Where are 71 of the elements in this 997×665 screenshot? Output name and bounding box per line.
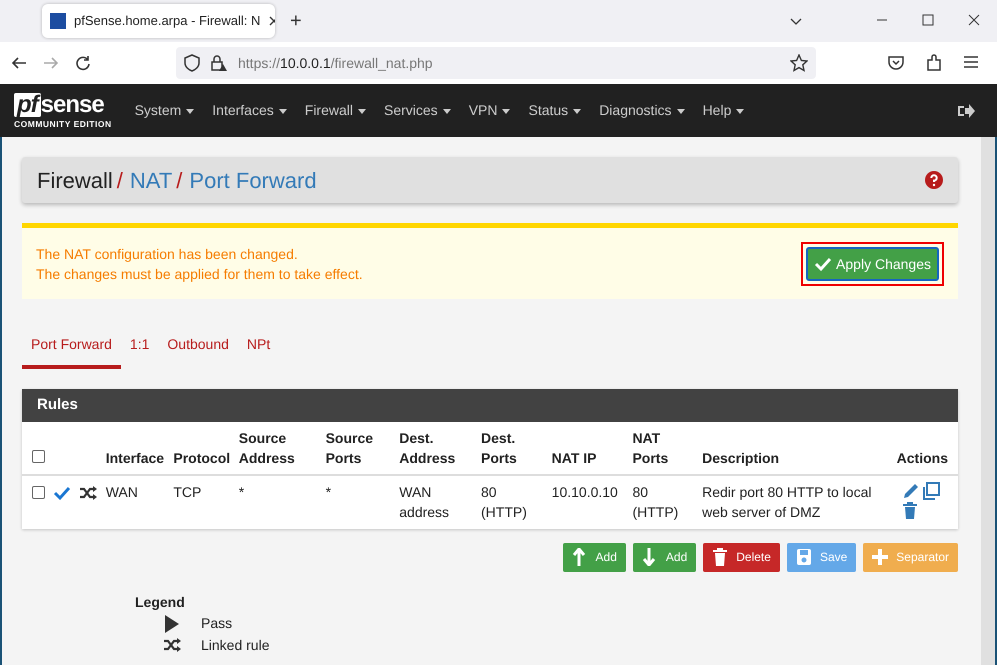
- reload-icon[interactable]: [74, 54, 92, 72]
- menu-item[interactable]: Diagnostics: [590, 100, 694, 121]
- menu-item[interactable]: System: [126, 100, 204, 121]
- url-text[interactable]: https://10.0.0.1/firewall_nat.php: [238, 52, 433, 74]
- table-cell: *: [238, 484, 244, 500]
- extensions-icon[interactable]: [925, 54, 943, 72]
- legend-title: Legend: [135, 592, 186, 612]
- column-header: NAT Ports: [632, 430, 668, 466]
- panel-heading: Rules: [22, 389, 958, 422]
- table-cell: 80 (HTTP): [632, 484, 678, 520]
- legend-label: Linked rule: [201, 636, 270, 655]
- maximize-icon[interactable]: [922, 14, 934, 26]
- table-cell: Redir port 80 HTTP to local web server of DMZ: [702, 484, 872, 520]
- favicon-icon: [50, 13, 66, 29]
- new-tab-button[interactable]: +: [283, 6, 309, 36]
- table-cell: WAN: [106, 484, 138, 500]
- play-triangle-icon: [163, 614, 181, 632]
- tab[interactable]: Outbound: [158, 325, 238, 369]
- pocket-icon[interactable]: [887, 54, 905, 72]
- scrollbar[interactable]: [981, 137, 995, 665]
- tab[interactable]: Port Forward: [22, 325, 121, 369]
- row-checkbox[interactable]: [32, 486, 45, 498]
- bookmark-star-icon[interactable]: [790, 54, 808, 72]
- legend-label: Pass: [201, 614, 232, 633]
- column-header: Interface: [106, 450, 164, 466]
- table-cell: 10.10.0.10: [552, 484, 618, 500]
- column-header: Source Ports: [326, 430, 374, 466]
- menu-icon[interactable]: [963, 54, 979, 70]
- menu-item[interactable]: Status: [519, 100, 590, 121]
- shuffle-icon: [163, 636, 181, 654]
- table-cell: *: [326, 484, 332, 500]
- table-cell: 80 (HTTP): [481, 484, 527, 520]
- copy-icon[interactable]: [922, 482, 940, 500]
- column-header: Actions: [896, 450, 948, 466]
- arrow-up-icon: [572, 548, 588, 566]
- menu-item[interactable]: Services: [375, 100, 460, 121]
- column-header: Protocol: [173, 450, 230, 466]
- trash-icon: [712, 548, 728, 566]
- alert-message: The changes must be applied for them to take effect.: [36, 264, 363, 284]
- arrow-down-icon: [642, 548, 658, 566]
- column-header: Source Address: [238, 430, 295, 466]
- close-icon[interactable]: [968, 14, 980, 26]
- table-cell: WAN address: [399, 484, 450, 520]
- table-cell: TCP: [173, 484, 202, 500]
- lock-warning-icon: [210, 54, 228, 72]
- pfsense-logo[interactable]: pfsense COMMUNITY EDITION: [14, 92, 112, 128]
- shield-icon: [184, 54, 200, 72]
- action-button[interactable]: Delete: [703, 542, 780, 572]
- logout-icon[interactable]: [957, 102, 975, 118]
- tab-title: pfSense.home.arpa - Firewall: N: [74, 12, 260, 30]
- breadcrumb-separator: /: [176, 166, 182, 194]
- menu-item[interactable]: Firewall: [296, 100, 375, 121]
- trash-icon[interactable]: [902, 502, 918, 520]
- column-header: Description: [702, 450, 780, 466]
- menu-item[interactable]: Interfaces: [203, 100, 296, 121]
- tab[interactable]: 1:1: [120, 325, 158, 369]
- column-header: NAT IP: [552, 450, 597, 466]
- alert-message: The NAT configuration has been changed.: [36, 244, 299, 264]
- menu-item[interactable]: VPN: [460, 100, 520, 121]
- column-header: Dest. Ports: [481, 430, 517, 466]
- breadcrumb-separator: /: [116, 166, 123, 194]
- breadcrumb-text: Firewall: [37, 166, 113, 194]
- menu-item[interactable]: Help: [694, 100, 754, 121]
- help-icon[interactable]: [925, 171, 943, 189]
- plus-icon: [872, 548, 888, 566]
- tab[interactable]: NPt: [238, 325, 280, 369]
- browser-tab[interactable]: pfSense.home.arpa - Firewall: N: [42, 4, 275, 38]
- column-header: Dest. Address: [399, 430, 456, 466]
- select-all-checkbox[interactable]: [32, 450, 45, 462]
- edit-pencil-icon[interactable]: [902, 482, 920, 500]
- check-icon: [814, 256, 832, 272]
